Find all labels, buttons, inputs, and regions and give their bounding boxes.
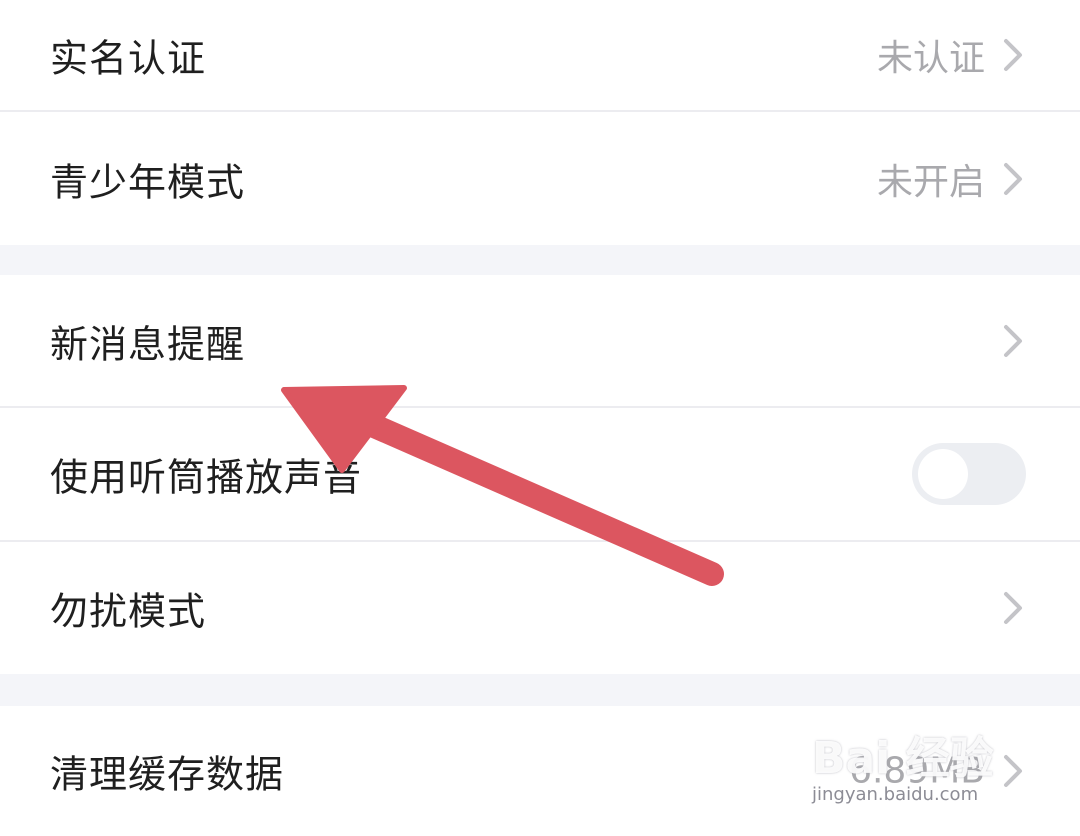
setting-row-new-message-alert[interactable]: 新消息提醒 <box>0 275 1080 406</box>
setting-row-clear-cache[interactable]: 清理缓存数据 6.89MB <box>0 706 1080 836</box>
setting-value: 6.89MB <box>849 750 985 792</box>
chevron-right-icon <box>1004 592 1022 624</box>
chevron-right-icon <box>1004 162 1022 195</box>
setting-label: 实名认证 <box>50 36 207 81</box>
chevron-right-icon <box>1004 39 1022 71</box>
toggle-knob <box>918 449 968 499</box>
setting-value: 未认证 <box>876 38 985 79</box>
setting-label: 使用听筒播放声音 <box>50 455 363 500</box>
chevron-right-icon <box>1004 324 1022 357</box>
setting-label: 清理缓存数据 <box>50 752 285 797</box>
setting-row-do-not-disturb[interactable]: 勿扰模式 <box>0 542 1080 674</box>
setting-label: 勿扰模式 <box>50 589 207 634</box>
setting-label: 新消息提醒 <box>50 322 246 366</box>
setting-value: 未开启 <box>876 161 985 203</box>
chevron-right-icon <box>1004 755 1022 787</box>
setting-row-teen-mode[interactable]: 青少年模式 未开启 <box>0 112 1080 245</box>
setting-row-earpiece-playback: 使用听筒播放声音 <box>0 408 1080 540</box>
setting-row-real-name-auth[interactable]: 实名认证 未认证 <box>0 0 1080 110</box>
setting-label: 青少年模式 <box>50 160 246 204</box>
earpiece-toggle-switch[interactable] <box>912 443 1026 505</box>
